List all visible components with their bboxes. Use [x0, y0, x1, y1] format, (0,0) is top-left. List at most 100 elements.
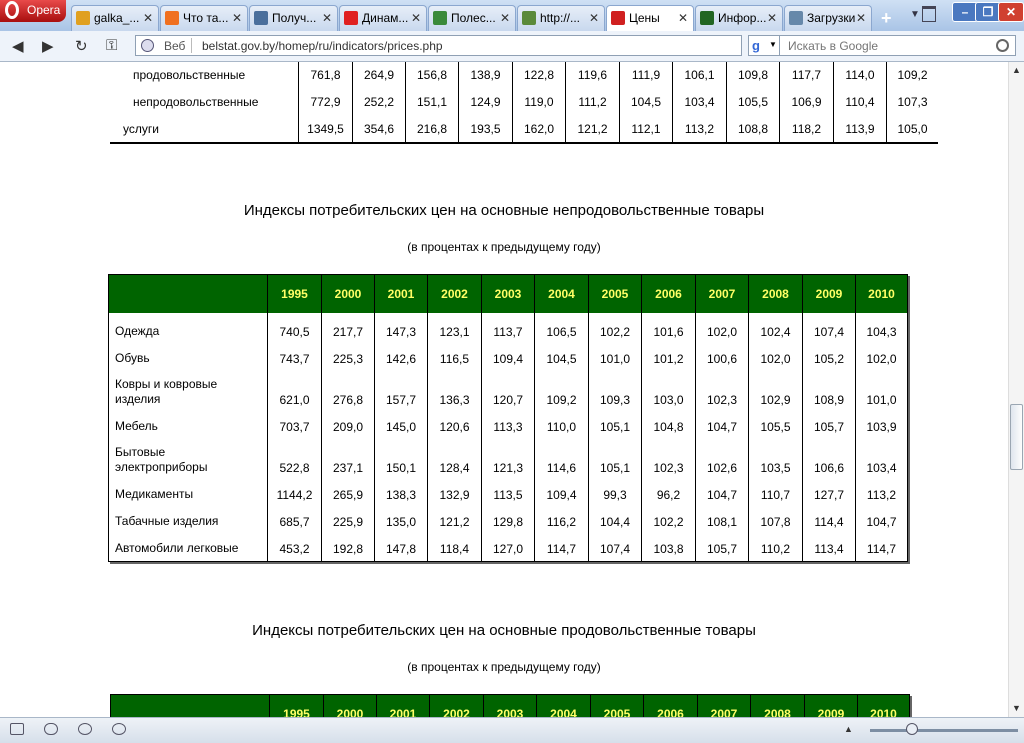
- table-cell: 193,5: [458, 115, 513, 144]
- table-cell: 102,6: [695, 439, 749, 480]
- food-table: 1995 2000 2001 2002 2003 2004 2005 2006 2007 2008…: [110, 694, 910, 717]
- year-header: 2007: [697, 694, 751, 717]
- table-cell: 121,2: [565, 115, 620, 144]
- reload-icon[interactable]: ↻: [75, 37, 88, 55]
- turbo-icon[interactable]: [112, 723, 126, 735]
- tab-3[interactable]: Получ... ✕: [249, 5, 338, 31]
- table-cell: 120,7: [481, 371, 535, 412]
- downloads-icon: [789, 11, 803, 25]
- table-cell: 116,2: [534, 507, 589, 534]
- scroll-up-arrow-icon[interactable]: ▲: [1012, 65, 1021, 75]
- year-header: 2004: [534, 274, 589, 313]
- close-tab-icon[interactable]: ✕: [767, 6, 777, 30]
- year-header: 2007: [695, 274, 749, 313]
- search-field[interactable]: [780, 35, 1016, 56]
- address-field[interactable]: Веб belstat.gov.by/homep/ru/indicators/p…: [135, 35, 742, 56]
- address-prefix: Веб: [164, 39, 186, 53]
- close-tab-icon[interactable]: ✕: [589, 6, 599, 30]
- key-icon[interactable]: ⚿: [106, 37, 117, 54]
- row-label: Автомобили легковые: [108, 534, 268, 561]
- table-cell: 104,7: [695, 480, 749, 507]
- close-tab-icon[interactable]: ✕: [856, 6, 866, 30]
- table-cell: 192,8: [321, 534, 375, 561]
- forward-arrow-icon[interactable]: ▶: [42, 37, 54, 55]
- table-cell: 104,3: [855, 317, 908, 344]
- table-cell: 102,4: [748, 317, 803, 344]
- header-row: 1995 2000 2001 2002 2003 2004 2005 2006 2007 2008…: [110, 694, 910, 717]
- table-cell: 102,2: [588, 317, 642, 344]
- table-cell: 124,9: [458, 88, 513, 115]
- table-cell: 103,4: [855, 439, 908, 480]
- zoom-slider[interactable]: [870, 729, 1018, 732]
- close-window-button[interactable]: ✕: [998, 2, 1024, 22]
- tab-7[interactable]: Цены ✕: [606, 5, 694, 31]
- back-arrow-icon[interactable]: ◀: [12, 37, 24, 55]
- tab-6[interactable]: http://... ✕: [517, 5, 605, 31]
- table-cell: 105,1: [588, 439, 642, 480]
- vertical-scrollbar[interactable]: ▲ ▼: [1008, 62, 1024, 717]
- close-tab-icon[interactable]: ✕: [143, 6, 153, 30]
- table-cell: 102,0: [748, 344, 803, 371]
- circle-globe-icon: [76, 11, 90, 25]
- close-tab-icon[interactable]: ✕: [322, 6, 332, 30]
- close-tab-icon[interactable]: ✕: [678, 6, 688, 30]
- table-cell: 237,1: [321, 439, 375, 480]
- tab-title: Полес...: [451, 11, 496, 25]
- table-cell: 116,5: [427, 344, 482, 371]
- table-row: Ковры и ковровые изделия 621,0 276,8 157,7 1…: [108, 371, 908, 412]
- table-row: Бытовые электроприборы 522,8 237,1 150,1 128…: [108, 439, 908, 480]
- table-cell: 105,0: [886, 115, 938, 144]
- tab-menu-chevron-icon[interactable]: ▼: [910, 9, 920, 20]
- summary-table: продовольственные 761,8 264,9 156,8 138,9 122…: [110, 62, 938, 144]
- tab-9[interactable]: Загрузки ✕: [784, 5, 872, 31]
- year-header: 2005: [590, 694, 644, 717]
- zoom-slider-knob[interactable]: [906, 723, 918, 735]
- table-cell: 102,9: [748, 371, 803, 412]
- scroll-down-arrow-icon[interactable]: ▼: [1012, 703, 1021, 713]
- address-divider: [191, 38, 192, 53]
- table-cell: 111,2: [565, 88, 620, 115]
- opera-menu-button[interactable]: Opera: [0, 0, 66, 22]
- table-cell: 108,9: [802, 371, 856, 412]
- table-cell: 105,5: [726, 88, 780, 115]
- tab-2[interactable]: Что та... ✕: [160, 5, 248, 31]
- opera-unite-icon[interactable]: [44, 723, 58, 735]
- row-label: продовольственные: [110, 62, 299, 88]
- vk-icon: [254, 11, 268, 25]
- tab-8[interactable]: Инфор... ✕: [695, 5, 783, 31]
- tab-1[interactable]: galka_... ✕: [71, 5, 159, 31]
- table-cell: 107,3: [886, 88, 938, 115]
- new-tab-plus-icon[interactable]: +: [881, 8, 892, 29]
- chart-icon: [700, 11, 714, 25]
- tab-4[interactable]: Динам... ✕: [339, 5, 427, 31]
- table-cell: 114,6: [534, 439, 589, 480]
- scroll-thumb[interactable]: [1010, 404, 1023, 470]
- close-tab-icon[interactable]: ✕: [232, 6, 242, 30]
- year-header: 2009: [802, 274, 856, 313]
- closed-tabs-trash-icon[interactable]: [922, 6, 936, 22]
- food-title: Индексы потребительских цен на основные …: [252, 622, 756, 639]
- zoom-triangle-icon[interactable]: ▲: [844, 724, 853, 734]
- search-engine-selector[interactable]: g ▼: [748, 35, 780, 56]
- tab-title: Цены: [629, 11, 660, 25]
- opera-link-icon[interactable]: [78, 723, 92, 735]
- year-header: 2003: [483, 694, 537, 717]
- table-cell: 138,9: [458, 62, 513, 88]
- panel-toggle-icon[interactable]: [10, 723, 24, 735]
- table-cell: 264,9: [352, 62, 406, 88]
- close-tab-icon[interactable]: ✕: [500, 6, 510, 30]
- search-input[interactable]: [786, 38, 990, 54]
- table-cell: 108,1: [695, 507, 749, 534]
- table-cell: 109,4: [534, 480, 589, 507]
- tab-5[interactable]: Полес... ✕: [428, 5, 516, 31]
- year-header: 2001: [374, 274, 428, 313]
- close-tab-icon[interactable]: ✕: [411, 6, 421, 30]
- year-header: 1995: [267, 274, 322, 313]
- chevron-down-icon: ▼: [769, 40, 777, 49]
- table-cell: 145,0: [374, 412, 428, 439]
- year-header: 2001: [376, 694, 430, 717]
- row-label: Мебель: [108, 412, 268, 439]
- search-icon[interactable]: [996, 39, 1009, 52]
- table-cell: 110,2: [748, 534, 803, 561]
- table-cell: 103,4: [672, 88, 727, 115]
